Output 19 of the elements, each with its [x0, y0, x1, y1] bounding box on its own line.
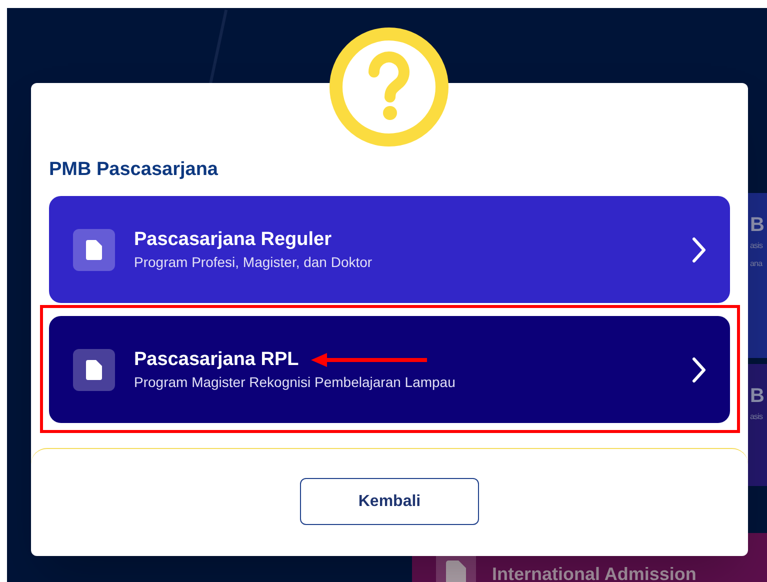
chevron-right-icon	[692, 356, 706, 382]
card-heading: B	[750, 386, 766, 406]
card-text: asis	[750, 411, 764, 423]
file-icon	[446, 560, 466, 582]
card-text: ana	[750, 258, 764, 270]
option-card[interactable]: Pascasarjana RPL Program Magister Rekognisi Pembelajaran Lampau	[49, 316, 730, 423]
back-button[interactable]: Kembali	[300, 478, 479, 525]
chevron-right-icon	[692, 236, 706, 262]
dialog-title: PMB Pascasarjana	[49, 158, 219, 182]
file-icon	[86, 360, 102, 380]
card-heading: B	[750, 215, 766, 235]
card-text: asis	[750, 240, 764, 252]
option-card[interactable]: Pascasarjana Reguler Program Profesi, Magister, dan Doktor	[49, 196, 730, 303]
card-heading: International Admission	[492, 564, 696, 582]
file-icon	[86, 240, 102, 260]
option-subtitle: Program Magister Rekognisi Pembelajaran Lampau	[134, 372, 456, 392]
option-subtitle: Program Profesi, Magister, dan Doktor	[134, 252, 374, 272]
option-title: Pascasarjana RPL	[134, 348, 299, 372]
option-title: Pascasarjana Reguler	[134, 228, 332, 252]
